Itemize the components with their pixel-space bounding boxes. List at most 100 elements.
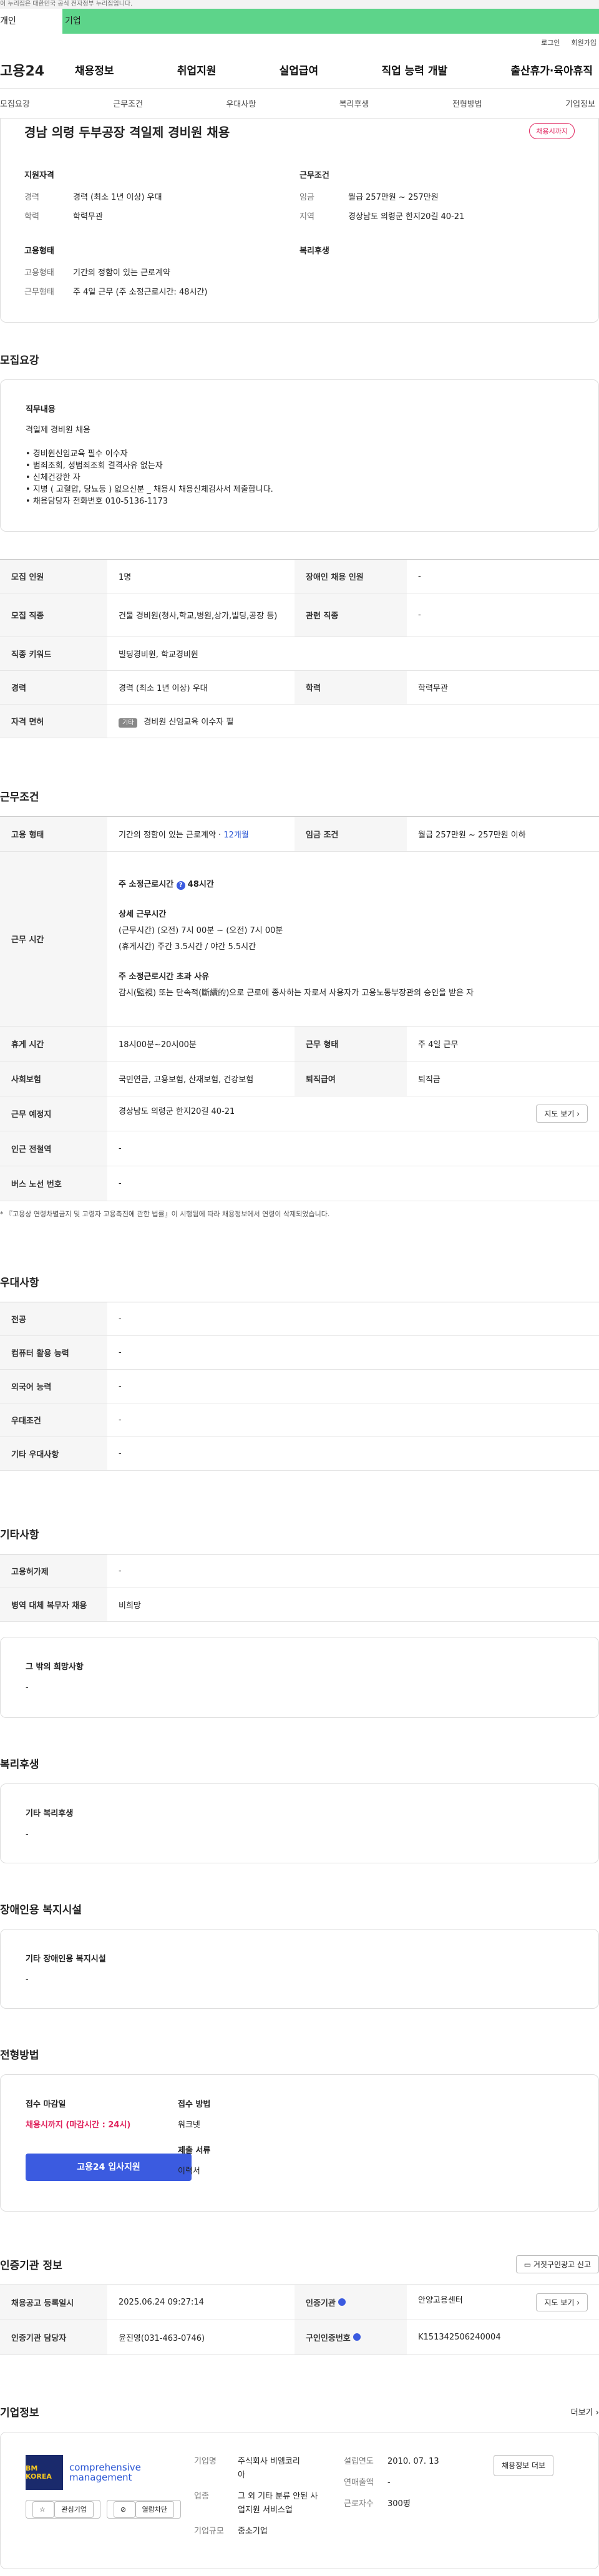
station-label: 인근 전철역: [0, 1131, 107, 1166]
career-label: 경력: [0, 670, 107, 705]
etc-value: 비희망: [107, 1588, 599, 1622]
anchor-company[interactable]: 기업정보: [565, 97, 595, 109]
gnb-jobs[interactable]: 채용정보: [75, 62, 114, 77]
anchor-welfare[interactable]: 복리후생: [339, 97, 369, 109]
disabled-value: -: [407, 559, 599, 593]
region-label: 지역: [300, 212, 314, 222]
co-industry-value: 그 외 기타 분류 안된 사업지원 서비스업: [238, 2492, 318, 2515]
etc-value: -: [107, 1554, 599, 1588]
co-staff-value: 300명: [387, 2499, 411, 2509]
company-more-link[interactable]: 더보기 ›: [571, 2406, 599, 2417]
apply-button[interactable]: 고용24 입사지원: [26, 2154, 192, 2181]
manager-label: 인증기관 담당자: [0, 2320, 107, 2355]
emp-label: 고용형태: [24, 268, 54, 278]
emp-value: 기간의 정함이 있는 근로계약 ·: [119, 831, 224, 840]
company-jobs-button[interactable]: 채용정보 더보: [494, 2455, 554, 2476]
gnb-unemployment-benefit[interactable]: 실업급여: [280, 62, 319, 77]
disabled-label: 장애인 채용 인원: [295, 559, 407, 593]
duty-line: • 경비원신임교육 필수 이수자: [26, 449, 128, 459]
hours-label: 근무 시간: [0, 851, 107, 1027]
company-logo-mark: BM KOREA: [26, 2455, 63, 2490]
career-label: 경력: [24, 193, 39, 202]
prefer-value: -: [107, 1335, 599, 1370]
agency-map-button[interactable]: 지도 보기 ›: [536, 2293, 588, 2311]
gov-banner: 이 누리집은 대한민국 공식 전자정부 누리집입니다.: [0, 0, 599, 9]
etc-table: 고용허가제 - 병역 대체 복무자 채용 비희망: [0, 1554, 599, 1622]
co-name-value: 주식회사 비엠코리아: [238, 2457, 300, 2480]
duty-heading: 직무내용: [26, 405, 56, 414]
work-table: 고용 형태 기간의 정함이 있는 근로계약 · 12개월 임금 조건 월급 25…: [0, 816, 599, 1201]
edu-value: 학력무관: [407, 670, 599, 705]
gnb-employment-support[interactable]: 취업지원: [177, 62, 217, 77]
welfare-heading: 복리후생: [300, 246, 329, 256]
hours-week: 주 소정근로시간: [119, 879, 177, 889]
map-button[interactable]: 지도 보기 ›: [536, 1105, 588, 1123]
block-icon: ⊘: [113, 2501, 135, 2518]
gnb-vocational-training[interactable]: 직업 능력 개발: [381, 62, 447, 77]
info-icon[interactable]: [338, 2298, 346, 2306]
qual-heading: 지원자격: [24, 171, 54, 180]
wage-label: 임금: [300, 193, 314, 202]
anchor-prefer[interactable]: 우대사항: [226, 97, 256, 109]
prefer-label: 우대조건: [0, 1403, 107, 1437]
hours-detail-title: 상세 근무시간: [119, 909, 167, 919]
keyword-value: 빌딩경비원, 학교경비원: [107, 637, 599, 671]
login-link[interactable]: 로그인: [541, 37, 560, 47]
hours-over-text: 감시(監視) 또는 단속적(斷續的)으로 근로에 종사하는 자로서 사용자가 고…: [119, 988, 474, 998]
follow-button[interactable]: ☆ 관심기업: [26, 2500, 100, 2519]
location-label: 근무 예정지: [0, 1096, 107, 1131]
cert-no-label: 구인인증번호: [306, 2334, 351, 2343]
edu-label: 학력: [295, 670, 407, 705]
company-heading: 기업정보: [0, 2407, 39, 2419]
related-value: -: [407, 593, 599, 637]
report-button[interactable]: ▭ 거짓구인광고 신고: [515, 2255, 599, 2273]
anchor-process[interactable]: 전형방법: [452, 97, 482, 109]
worktype-value: 주 4일 근무 (주 소정근로시간: 48시간): [73, 288, 208, 297]
block-button[interactable]: ⊘ 열람차단: [106, 2500, 182, 2519]
prefer-table: 전공 - 컴퓨터 활용 능력 - 외국어 능력 - 우대조건 - 기타 우대사항 -: [0, 1302, 599, 1471]
section-anchor-nav: 모집요강 근무조건 우대사항 복리후생 전형방법 기업정보: [0, 89, 599, 119]
insurance-label: 사회보험: [0, 1061, 107, 1096]
edu-label: 학력: [24, 212, 39, 222]
prefer-value: -: [107, 1369, 599, 1403]
career-value: 경력 (최소 1년 이상) 우대: [73, 193, 162, 202]
agency-label: 인증기관: [306, 2299, 336, 2308]
worktype-label: 근무형태: [24, 288, 54, 297]
company-logo-caption: comprehensive management: [69, 2462, 141, 2483]
etc-label: 병역 대체 복무자 채용: [0, 1588, 107, 1622]
recruit-table: 모집 인원 1명 장애인 채용 인원 - 모집 직종 건물 경비원(청사,학교,…: [0, 559, 599, 738]
wage-value: 월급 257만원 ~ 257만원 이하: [407, 816, 599, 852]
co-sales-label: 연매출액: [344, 2478, 374, 2487]
severance-label: 퇴직급여: [295, 1061, 407, 1096]
region-value: 경상남도 의령군 한지20길 40-21: [348, 212, 465, 222]
emp-period: 12개월: [223, 831, 249, 840]
prefer-value: -: [107, 1437, 599, 1471]
anchor-work[interactable]: 근무조건: [113, 97, 143, 109]
duty-line: • 지병 ( 고혈압, 당뇨등 ) 없으신분 _ 채용시 채용신체검사서 제출합…: [26, 485, 273, 494]
severance-value: 퇴직금: [407, 1061, 599, 1096]
other-wish-value: -: [26, 1683, 29, 1692]
user-type-tabs: 개인 기업: [0, 9, 599, 34]
hours-week-value: 48시간: [187, 879, 214, 889]
gnb-parental-leave[interactable]: 출산휴가·육아휴직: [510, 62, 593, 77]
wage-value: 월급 257만원 ~ 257만원: [348, 193, 439, 202]
hours-detail-1: (근무시간) (오전) 7시 00분 ~ (오전) 7시 00분: [119, 925, 283, 935]
career-value: 경력 (최소 1년 이상) 우대: [107, 670, 295, 705]
worktype-value: 주 4일 근무: [407, 1026, 599, 1061]
info-icon[interactable]: [353, 2333, 361, 2341]
co-staff-label: 근로자수: [344, 2499, 374, 2509]
signup-link[interactable]: 회원가입: [572, 37, 597, 47]
tab-company[interactable]: 기업: [62, 9, 599, 34]
deadline-badge: 채용시까지: [529, 123, 575, 139]
duty-line: • 범죄조회, 성범죄조회 결격사유 없는자: [26, 461, 163, 471]
help-icon[interactable]: ?: [176, 881, 185, 890]
duty-card: 직무내용 격일제 경비원 채용 • 경비원신임교육 필수 이수자 • 범죄조회,…: [0, 379, 599, 532]
emp-heading: 고용형태: [24, 246, 54, 256]
tab-personal[interactable]: 개인: [0, 9, 62, 34]
deadline-label: 접수 마감일: [26, 2100, 66, 2109]
welfare-section-heading: 복리후생: [0, 1759, 39, 1771]
prefer-value: -: [107, 1302, 599, 1336]
anchor-recruit[interactable]: 모집요강: [0, 97, 30, 109]
docs-value: 이력서: [178, 2167, 200, 2176]
site-logo[interactable]: 고용24: [0, 60, 75, 80]
